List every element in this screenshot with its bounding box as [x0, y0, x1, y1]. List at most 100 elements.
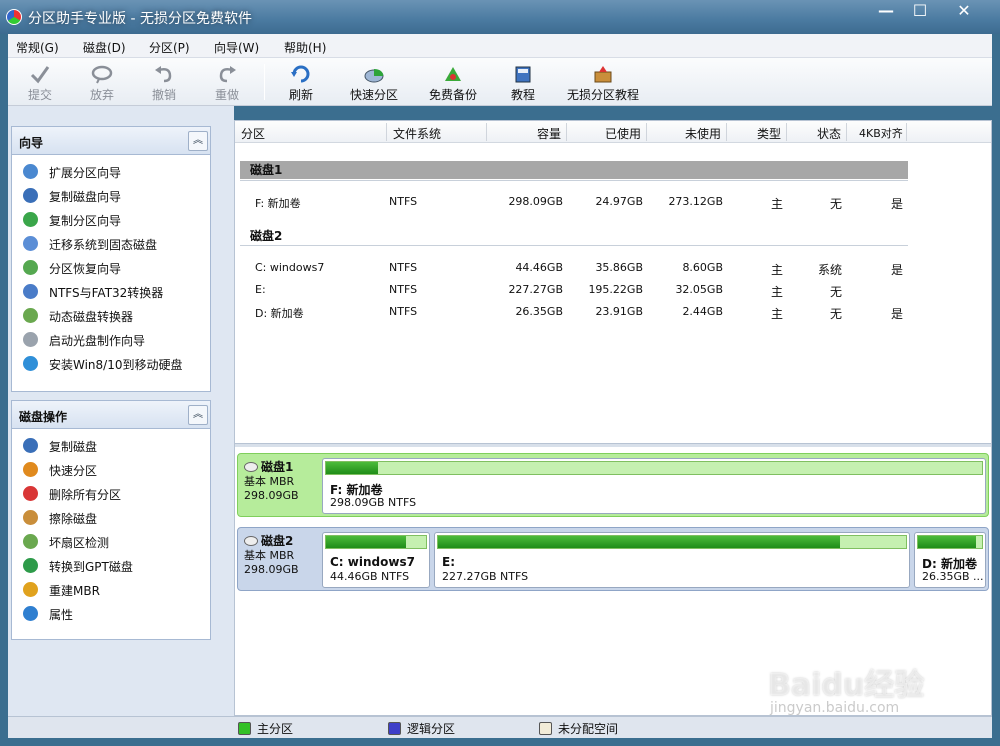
- disk1-header[interactable]: 磁盘1: [240, 161, 908, 179]
- col-capacity[interactable]: 容量: [537, 125, 561, 142]
- refresh-button[interactable]: 刷新: [281, 60, 321, 104]
- partition-block-c[interactable]: C: windows7 44.46GB NTFS: [322, 532, 430, 588]
- table-row[interactable]: F: 新加卷 NTFS 298.09GB 24.97GB 273.12GB 主 …: [235, 191, 991, 213]
- wizard-item-label: 复制分区向导: [49, 214, 122, 228]
- legend-primary: 主分区: [238, 720, 293, 737]
- tutorial-button[interactable]: 教程: [503, 60, 543, 104]
- disk2-map[interactable]: 磁盘2 基本 MBR 298.09GB C: windows7 44.46GB …: [237, 527, 989, 591]
- wizard-item-dynamic-disk[interactable]: 动态磁盘转换器: [12, 303, 210, 327]
- disk-op-wipe[interactable]: 擦除磁盘: [12, 505, 210, 529]
- disk-op-delete-all[interactable]: 删除所有分区: [12, 481, 210, 505]
- col-separator: [566, 123, 567, 141]
- cell-partition: E:: [255, 283, 266, 296]
- disk-op-label: 快速分区: [49, 464, 98, 478]
- col-separator: [386, 123, 387, 141]
- wizard-list: 扩展分区向导 复制磁盘向导 复制分区向导 迁移系统到固态磁盘 分区恢复向导 NT…: [12, 155, 210, 375]
- free-backup-button[interactable]: 免费备份: [423, 60, 483, 104]
- wizard-item-label: NTFS与FAT32转换器: [49, 286, 164, 300]
- col-type[interactable]: 类型: [757, 125, 781, 142]
- cell-used: 35.86GB: [595, 261, 643, 274]
- disk2-divider: [240, 245, 908, 246]
- cell-unused: 8.60GB: [682, 261, 723, 274]
- disk-map-kind: 基本 MBR: [244, 549, 295, 562]
- table-row[interactable]: C: windows7 NTFS 44.46GB 35.86GB 8.60GB …: [235, 257, 991, 279]
- lossless-tutorial-button[interactable]: 无损分区教程: [564, 60, 642, 104]
- menu-partition[interactable]: 分区(P): [149, 39, 190, 56]
- col-unused[interactable]: 未使用: [685, 125, 721, 142]
- ntfs-fat32-icon: [23, 284, 38, 299]
- convert-icon: [23, 558, 38, 573]
- table-row[interactable]: E: NTFS 227.27GB 195.22GB 32.05GB 主 无: [235, 279, 991, 301]
- col-4k-align[interactable]: 4KB对齐: [859, 125, 903, 141]
- col-used[interactable]: 已使用: [605, 125, 641, 142]
- cell-filesystem: NTFS: [389, 283, 418, 296]
- menu-wizard[interactable]: 向导(W): [214, 39, 259, 56]
- disk-op-rebuild-mbr[interactable]: 重建MBR: [12, 577, 210, 601]
- wizard-item-ntfs-fat32[interactable]: NTFS与FAT32转换器: [12, 279, 210, 303]
- wizard-item-label: 分区恢复向导: [49, 262, 122, 276]
- cell-unused: 273.12GB: [668, 195, 723, 208]
- wizard-item-boot-cd[interactable]: 启动光盘制作向导: [12, 327, 210, 351]
- col-separator: [906, 123, 907, 141]
- col-separator: [646, 123, 647, 141]
- undo-button[interactable]: 撤销: [144, 60, 184, 104]
- pane-splitter[interactable]: [235, 443, 991, 447]
- wizard-item-extend-partition[interactable]: 扩展分区向导: [12, 159, 210, 183]
- maximize-button[interactable]: ☐: [906, 0, 934, 22]
- partition-block-e[interactable]: E: 227.27GB NTFS: [434, 532, 910, 588]
- disk-op-label: 擦除磁盘: [49, 512, 98, 526]
- quick-partition-button[interactable]: 快速分区: [344, 60, 404, 104]
- col-partition[interactable]: 分区: [241, 125, 265, 142]
- cell-status: 无: [830, 197, 843, 211]
- cell-used: 23.91GB: [595, 305, 643, 318]
- wizard-item-copy-partition[interactable]: 复制分区向导: [12, 207, 210, 231]
- copy-disk-icon: [23, 188, 38, 203]
- disk-op-quick-partition[interactable]: 快速分区: [12, 457, 210, 481]
- wizard-item-win-to-go[interactable]: 安装Win8/10到移动硬盘: [12, 351, 210, 375]
- disk-op-label: 删除所有分区: [49, 488, 122, 502]
- disk-map-name: 磁盘2: [261, 534, 294, 548]
- close-button[interactable]: ✕: [942, 0, 986, 22]
- collapse-chevron-icon[interactable]: ︽: [188, 405, 208, 425]
- menu-disk[interactable]: 磁盘(D): [83, 39, 126, 56]
- disk-op-properties[interactable]: 属性: [12, 601, 210, 625]
- collapse-chevron-icon[interactable]: ︽: [188, 131, 208, 151]
- disk-op-copy-disk[interactable]: 复制磁盘: [12, 433, 210, 457]
- cell-type: 主: [771, 263, 784, 277]
- menu-help[interactable]: 帮助(H): [284, 39, 326, 56]
- disk2-info: 磁盘2 基本 MBR 298.09GB: [244, 534, 299, 577]
- redo-label: 重做: [214, 88, 239, 102]
- submit-button[interactable]: 提交: [20, 60, 60, 104]
- toolbar: 提交 放弃 撤销 重做 刷新 快速分区 免费备份 教程 无损分区教程: [8, 58, 992, 106]
- quick-partition-icon: [23, 462, 38, 477]
- col-filesystem[interactable]: 文件系统: [393, 125, 441, 142]
- wizard-panel-title: 向导: [19, 136, 44, 150]
- disk-op-label: 属性: [49, 608, 74, 622]
- disk1-map[interactable]: 磁盘1 基本 MBR 298.09GB F: 新加卷 298.09GB NTFS: [237, 453, 989, 517]
- legend-unallocated-label: 未分配空间: [558, 722, 619, 736]
- wizard-item-recovery[interactable]: 分区恢复向导: [12, 255, 210, 279]
- wizard-item-copy-disk[interactable]: 复制磁盘向导: [12, 183, 210, 207]
- wizard-panel-header: 向导 ︽: [12, 127, 210, 155]
- primary-swatch: [238, 722, 251, 735]
- legend-logical-label: 逻辑分区: [407, 722, 456, 736]
- disk-op-bad-sector[interactable]: 坏扇区检测: [12, 529, 210, 553]
- cell-type: 主: [771, 285, 784, 299]
- col-status[interactable]: 状态: [817, 125, 841, 142]
- disk-op-convert-gpt[interactable]: 转换到GPT磁盘: [12, 553, 210, 577]
- disk-ops-panel-title: 磁盘操作: [19, 410, 68, 424]
- discard-button[interactable]: 放弃: [82, 60, 122, 104]
- minimize-button[interactable]: —: [872, 0, 900, 22]
- disk2-header[interactable]: 磁盘2: [250, 227, 282, 244]
- partition-block-name: C: windows7: [330, 555, 415, 569]
- partition-block-f[interactable]: F: 新加卷 298.09GB NTFS: [322, 458, 986, 514]
- redo-button[interactable]: 重做: [207, 60, 247, 104]
- partition-block-d[interactable]: D: 新加卷 26.35GB ...: [914, 532, 986, 588]
- menu-general[interactable]: 常规(G): [16, 39, 59, 56]
- disk-icon: [244, 536, 258, 546]
- disk-ops-list: 复制磁盘 快速分区 删除所有分区 擦除磁盘 坏扇区检测 转换到GPT磁盘 重建M…: [12, 429, 210, 625]
- table-row[interactable]: D: 新加卷 NTFS 26.35GB 23.91GB 2.44GB 主 无 是: [235, 301, 991, 323]
- disk-op-label: 重建MBR: [49, 584, 100, 598]
- wizard-item-migrate-ssd[interactable]: 迁移系统到固态磁盘: [12, 231, 210, 255]
- wizard-item-label: 安装Win8/10到移动硬盘: [49, 358, 183, 372]
